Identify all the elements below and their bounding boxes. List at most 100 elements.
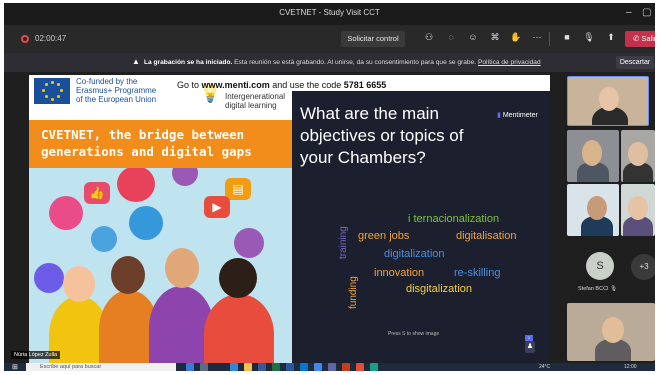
presentation-bubble-icon: ▤ [225,178,251,200]
meeting-timer: 02:00:47 [35,34,67,43]
windows-start-icon[interactable]: ⊞ [12,363,18,371]
dismiss-button[interactable]: Descartar [616,56,654,69]
video-bubble-icon: ▶ [204,196,230,218]
cofund-line-3: of the European Union [76,95,157,104]
word-cloud-item: training [338,226,349,259]
menti-banner-prefix: Go to [177,80,202,90]
word-cloud-item: digitalisation [456,230,517,242]
powerpoint-icon[interactable] [342,363,350,371]
word-cloud-item: re-skilling [454,267,501,279]
participant-avatar[interactable]: S [586,252,614,280]
clock-icon [91,226,117,252]
wifi-bubble-icon [129,206,163,240]
shared-screen: Co-funded by the Erasmus+ Programme of t… [29,75,550,363]
menti-url: www.menti.com [201,80,270,90]
recording-text: Esta reunión se está grabando. Al unirse… [234,59,477,66]
word-cloud-item: green jobs [358,230,410,242]
mentimeter-bars-icon: ▮ [497,112,501,119]
chart-bubble-icon [234,228,264,258]
more-participants-button[interactable]: +3 [631,254,655,280]
microphone-icon[interactable]: 🎙 [582,32,596,43]
minimize-icon[interactable]: – [626,7,632,18]
eu-flag-icon [34,78,70,104]
maximize-icon[interactable]: ▢ [642,7,651,18]
growth-icon [34,263,64,293]
outlook-icon[interactable] [300,363,308,371]
word-cloud-item: funding [348,276,359,309]
settings-bubble-icon [49,196,83,230]
camera-icon[interactable]: ■ [560,32,574,42]
mic-muted-icon: 🎙 [610,286,618,292]
person-figure [204,294,274,363]
participant-video[interactable] [567,184,619,236]
recording-icon [21,35,29,43]
participant-video[interactable] [621,184,655,236]
mentimeter-slide: What are the main objectives or topics o… [292,91,550,363]
temperature-label: 24°C [539,364,551,370]
word-cloud-item: disgitalization [406,283,473,295]
participants-icon[interactable]: ⚇ [422,32,436,43]
share-screen-icon[interactable]: ⬆ [604,32,618,43]
more-options-icon[interactable]: ⋯ [530,32,544,43]
raise-hand-icon[interactable]: ✋ [509,32,523,43]
teams-icon[interactable] [328,363,336,371]
leave-button[interactable]: ✆ Salir [625,31,655,47]
community-illustration: 👍 ▤ ▶ [29,168,292,363]
building-star-icon [117,168,155,202]
taskbar-search-label: Escribe aquí para buscar [40,364,102,370]
toolbar-divider [549,32,550,46]
leaflet-headline-band: CVETNET, the bridge between generations … [29,120,292,168]
like-bubble-icon: 👍 [84,182,110,204]
word-cloud-item: innovation [374,267,425,279]
participant-video[interactable] [567,76,649,126]
chat-icon[interactable]: ◌ [444,32,458,42]
word-cloud-item: digitalization [384,248,445,260]
menti-banner-middle: and use the code [269,80,344,90]
reactions-icon[interactable]: ☺ [466,32,480,42]
inter-line-2: digital learning [225,101,277,110]
teams-window: CVETNET - Study Visit CCT – ▢ 02:00:47 S… [4,3,655,371]
intergenerational-text: Intergenerational digital learning [225,92,285,110]
meeting-toolbar: 02:00:47 Solicitar control ⚇ ◌ ☺ ⌘ ✋ ⋯ ■… [4,25,655,53]
participant-video[interactable] [567,130,619,182]
app-icon[interactable] [370,363,378,371]
cortana-icon[interactable] [186,363,194,371]
participant-video[interactable] [567,303,655,361]
inter-line-1: Intergenerational [225,92,286,101]
store-icon[interactable] [258,363,266,371]
file-explorer-icon[interactable] [244,363,252,371]
leaflet-headline: CVETNET, the bridge between generations … [41,127,252,159]
title-bar: CVETNET - Study Visit CCT – ▢ [4,3,655,25]
privacy-link[interactable]: Política de privacidad [478,59,541,66]
leave-label: Salir [641,34,655,43]
cofund-line-1: Co-funded by the [76,77,138,86]
cofunded-text: Co-funded by the Erasmus+ Programme of t… [76,77,156,104]
excel-icon[interactable] [272,363,280,371]
edge-icon[interactable] [230,363,238,371]
participant-name: Stefan BCCI 🎙 [578,286,617,292]
breakout-rooms-icon[interactable]: ⌘ [488,32,502,43]
location-icon [172,168,198,186]
task-view-icon[interactable] [200,363,208,371]
mentimeter-logo: ▮ Mentimeter [497,111,538,119]
window-title: CVETNET - Study Visit CCT [279,8,380,17]
recording-message: La grabación se ha iniciado. Esta reunió… [144,59,541,66]
audience-icon: ♟ [525,341,535,353]
participant-video[interactable] [621,130,655,182]
acrobat-icon[interactable] [356,363,364,371]
recording-banner: ▲ La grabación se ha iniciado. Esta reun… [4,53,655,72]
warning-icon: ▲ [132,57,140,66]
mentimeter-logo-label: Mentimeter [502,112,538,119]
cofund-line-2: Erasmus+ Programme [76,86,157,95]
word-cloud-item: i ternacionalization [408,213,500,225]
slide-question: What are the main objectives or topics o… [300,104,464,167]
request-control-button[interactable]: Solicitar control [341,31,405,47]
windows-taskbar: ⊞ Escribe aquí para buscar 24°C 12:00 [4,363,655,371]
menti-code: 5781 6655 [343,80,387,90]
word-icon[interactable] [286,363,294,371]
chrome-icon[interactable] [314,363,322,371]
taskbar-search[interactable]: Escribe aquí para buscar [26,363,176,371]
participant-name-label: Stefan BCCI [578,286,609,292]
clock-label: 12:00 [624,364,637,370]
phone-icon: ✆ [633,34,640,43]
